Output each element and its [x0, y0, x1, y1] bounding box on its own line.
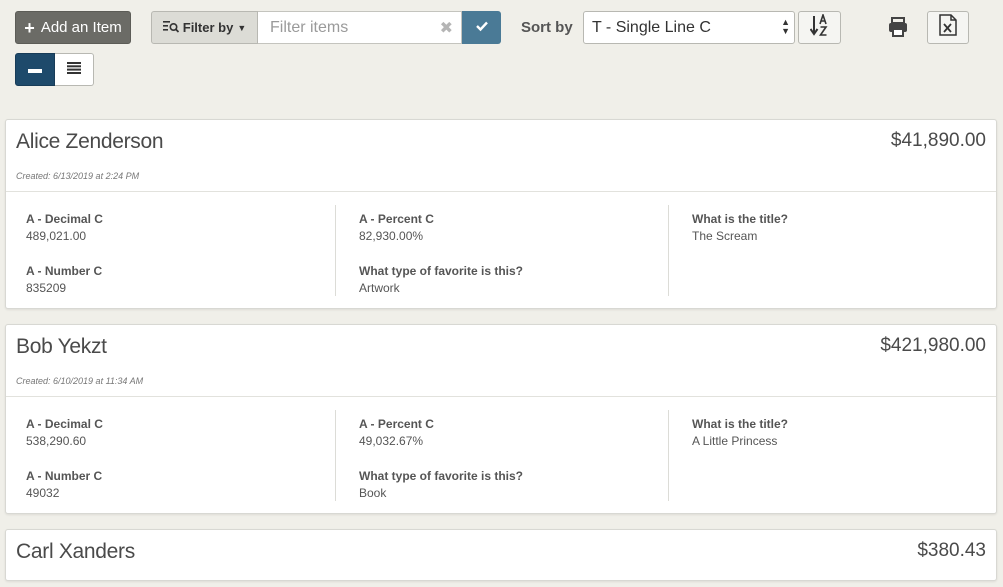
field-value: The Scream	[692, 229, 758, 243]
sort-alpha-icon	[809, 12, 830, 41]
field-label: A - Percent C	[359, 212, 434, 226]
sort-by-label: Sort by	[521, 19, 573, 36]
filter-list-icon	[162, 20, 179, 36]
record-amount: $380.43	[917, 540, 986, 561]
field-value: 489,021.00	[26, 229, 87, 243]
list-view-icon	[66, 61, 81, 79]
field-value: 49,032.67%	[359, 434, 424, 448]
record-amount: $41,890.00	[890, 130, 986, 151]
print-button[interactable]	[886, 15, 910, 39]
filter-by-dropdown[interactable]: Filter by ▼	[151, 11, 258, 44]
field-number: A - Number C 835209	[26, 263, 336, 309]
field-label: What is the title?	[692, 212, 788, 226]
record-created: Created: 6/13/2019 at 2:24 PM	[16, 171, 140, 181]
record-card[interactable]: Carl Xanders $380.43	[5, 529, 997, 581]
field-decimal: A - Decimal C 538,290.60	[26, 416, 336, 462]
caret-down-icon: ▼	[237, 22, 247, 33]
filter-input[interactable]	[270, 18, 440, 37]
field-label: A - Number C	[26, 469, 103, 483]
single-line-view-icon	[27, 61, 42, 79]
select-arrows-icon: ▲ ▼	[781, 17, 790, 36]
field-value: 835209	[26, 281, 67, 295]
record-card[interactable]: Bob Yekzt $421,980.00 Created: 6/10/2019…	[5, 324, 997, 514]
sort-select-value: T - Single Line C	[592, 18, 711, 36]
filter-apply-button[interactable]	[462, 11, 501, 44]
excel-icon	[939, 14, 957, 41]
field-title: What is the title? A Little Princess	[692, 416, 988, 462]
field-column: A - Decimal C 489,021.00 A - Number C 83…	[26, 205, 336, 296]
export-excel-button[interactable]	[927, 11, 969, 44]
check-icon	[475, 19, 489, 37]
field-label: A - Percent C	[359, 417, 434, 431]
field-title: What is the title? The Scream	[692, 211, 988, 257]
field-label: What is the title?	[692, 417, 788, 431]
record-amount: $421,980.00	[880, 335, 986, 356]
field-number: A - Number C 49032	[26, 468, 336, 514]
field-value: 49032	[26, 486, 60, 500]
record-created: Created: 6/10/2019 at 11:34 AM	[16, 376, 144, 386]
card-divider	[6, 396, 996, 397]
view-toggle	[15, 53, 94, 86]
field-column: What is the title? A Little Princess	[668, 410, 988, 501]
record-card[interactable]: Alice Zenderson $41,890.00 Created: 6/13…	[5, 119, 997, 309]
field-column: A - Percent C 49,032.67% What type of fa…	[335, 410, 668, 501]
sort-select[interactable]: T - Single Line C ▲ ▼	[583, 11, 795, 44]
field-label: What type of favorite is this?	[359, 264, 524, 278]
field-value: A Little Princess	[692, 434, 778, 448]
single-line-view-button[interactable]	[15, 53, 55, 86]
field-column: What is the title? The Scream	[668, 205, 988, 296]
field-value: 538,290.60	[26, 434, 87, 448]
toolbar: + Add an Item Filter by ▼ ✖	[0, 0, 1003, 100]
field-value: 82,930.00%	[359, 229, 424, 243]
record-name: Alice Zenderson	[16, 130, 164, 153]
field-label: What type of favorite is this?	[359, 469, 524, 483]
filter-by-label: Filter by	[182, 20, 234, 35]
card-divider	[6, 191, 996, 192]
field-value: Artwork	[359, 281, 400, 295]
field-column: A - Percent C 82,930.00% What type of fa…	[335, 205, 668, 296]
add-item-button[interactable]: + Add an Item	[15, 11, 131, 44]
close-icon[interactable]: ✖	[440, 18, 453, 38]
field-favorite-type: What type of favorite is this? Artwork	[359, 263, 668, 309]
filter-input-wrapper: ✖	[258, 11, 462, 44]
add-item-label: Add an Item	[40, 19, 122, 36]
field-percent: A - Percent C 82,930.00%	[359, 211, 668, 257]
plus-icon: +	[24, 17, 35, 38]
sort-direction-button[interactable]	[798, 11, 841, 44]
field-column: A - Decimal C 538,290.60 A - Number C 49…	[26, 410, 336, 501]
record-name: Carl Xanders	[16, 540, 135, 563]
printer-icon	[886, 17, 910, 43]
list-view-button[interactable]	[54, 53, 94, 86]
field-label: A - Number C	[26, 264, 103, 278]
field-value: Book	[359, 486, 387, 500]
field-percent: A - Percent C 49,032.67%	[359, 416, 668, 462]
field-favorite-type: What type of favorite is this? Book	[359, 468, 668, 514]
field-label: A - Decimal C	[26, 417, 103, 431]
filter-group: Filter by ▼ ✖	[151, 11, 501, 44]
field-decimal: A - Decimal C 489,021.00	[26, 211, 336, 257]
field-label: A - Decimal C	[26, 212, 103, 226]
record-name: Bob Yekzt	[16, 335, 107, 358]
